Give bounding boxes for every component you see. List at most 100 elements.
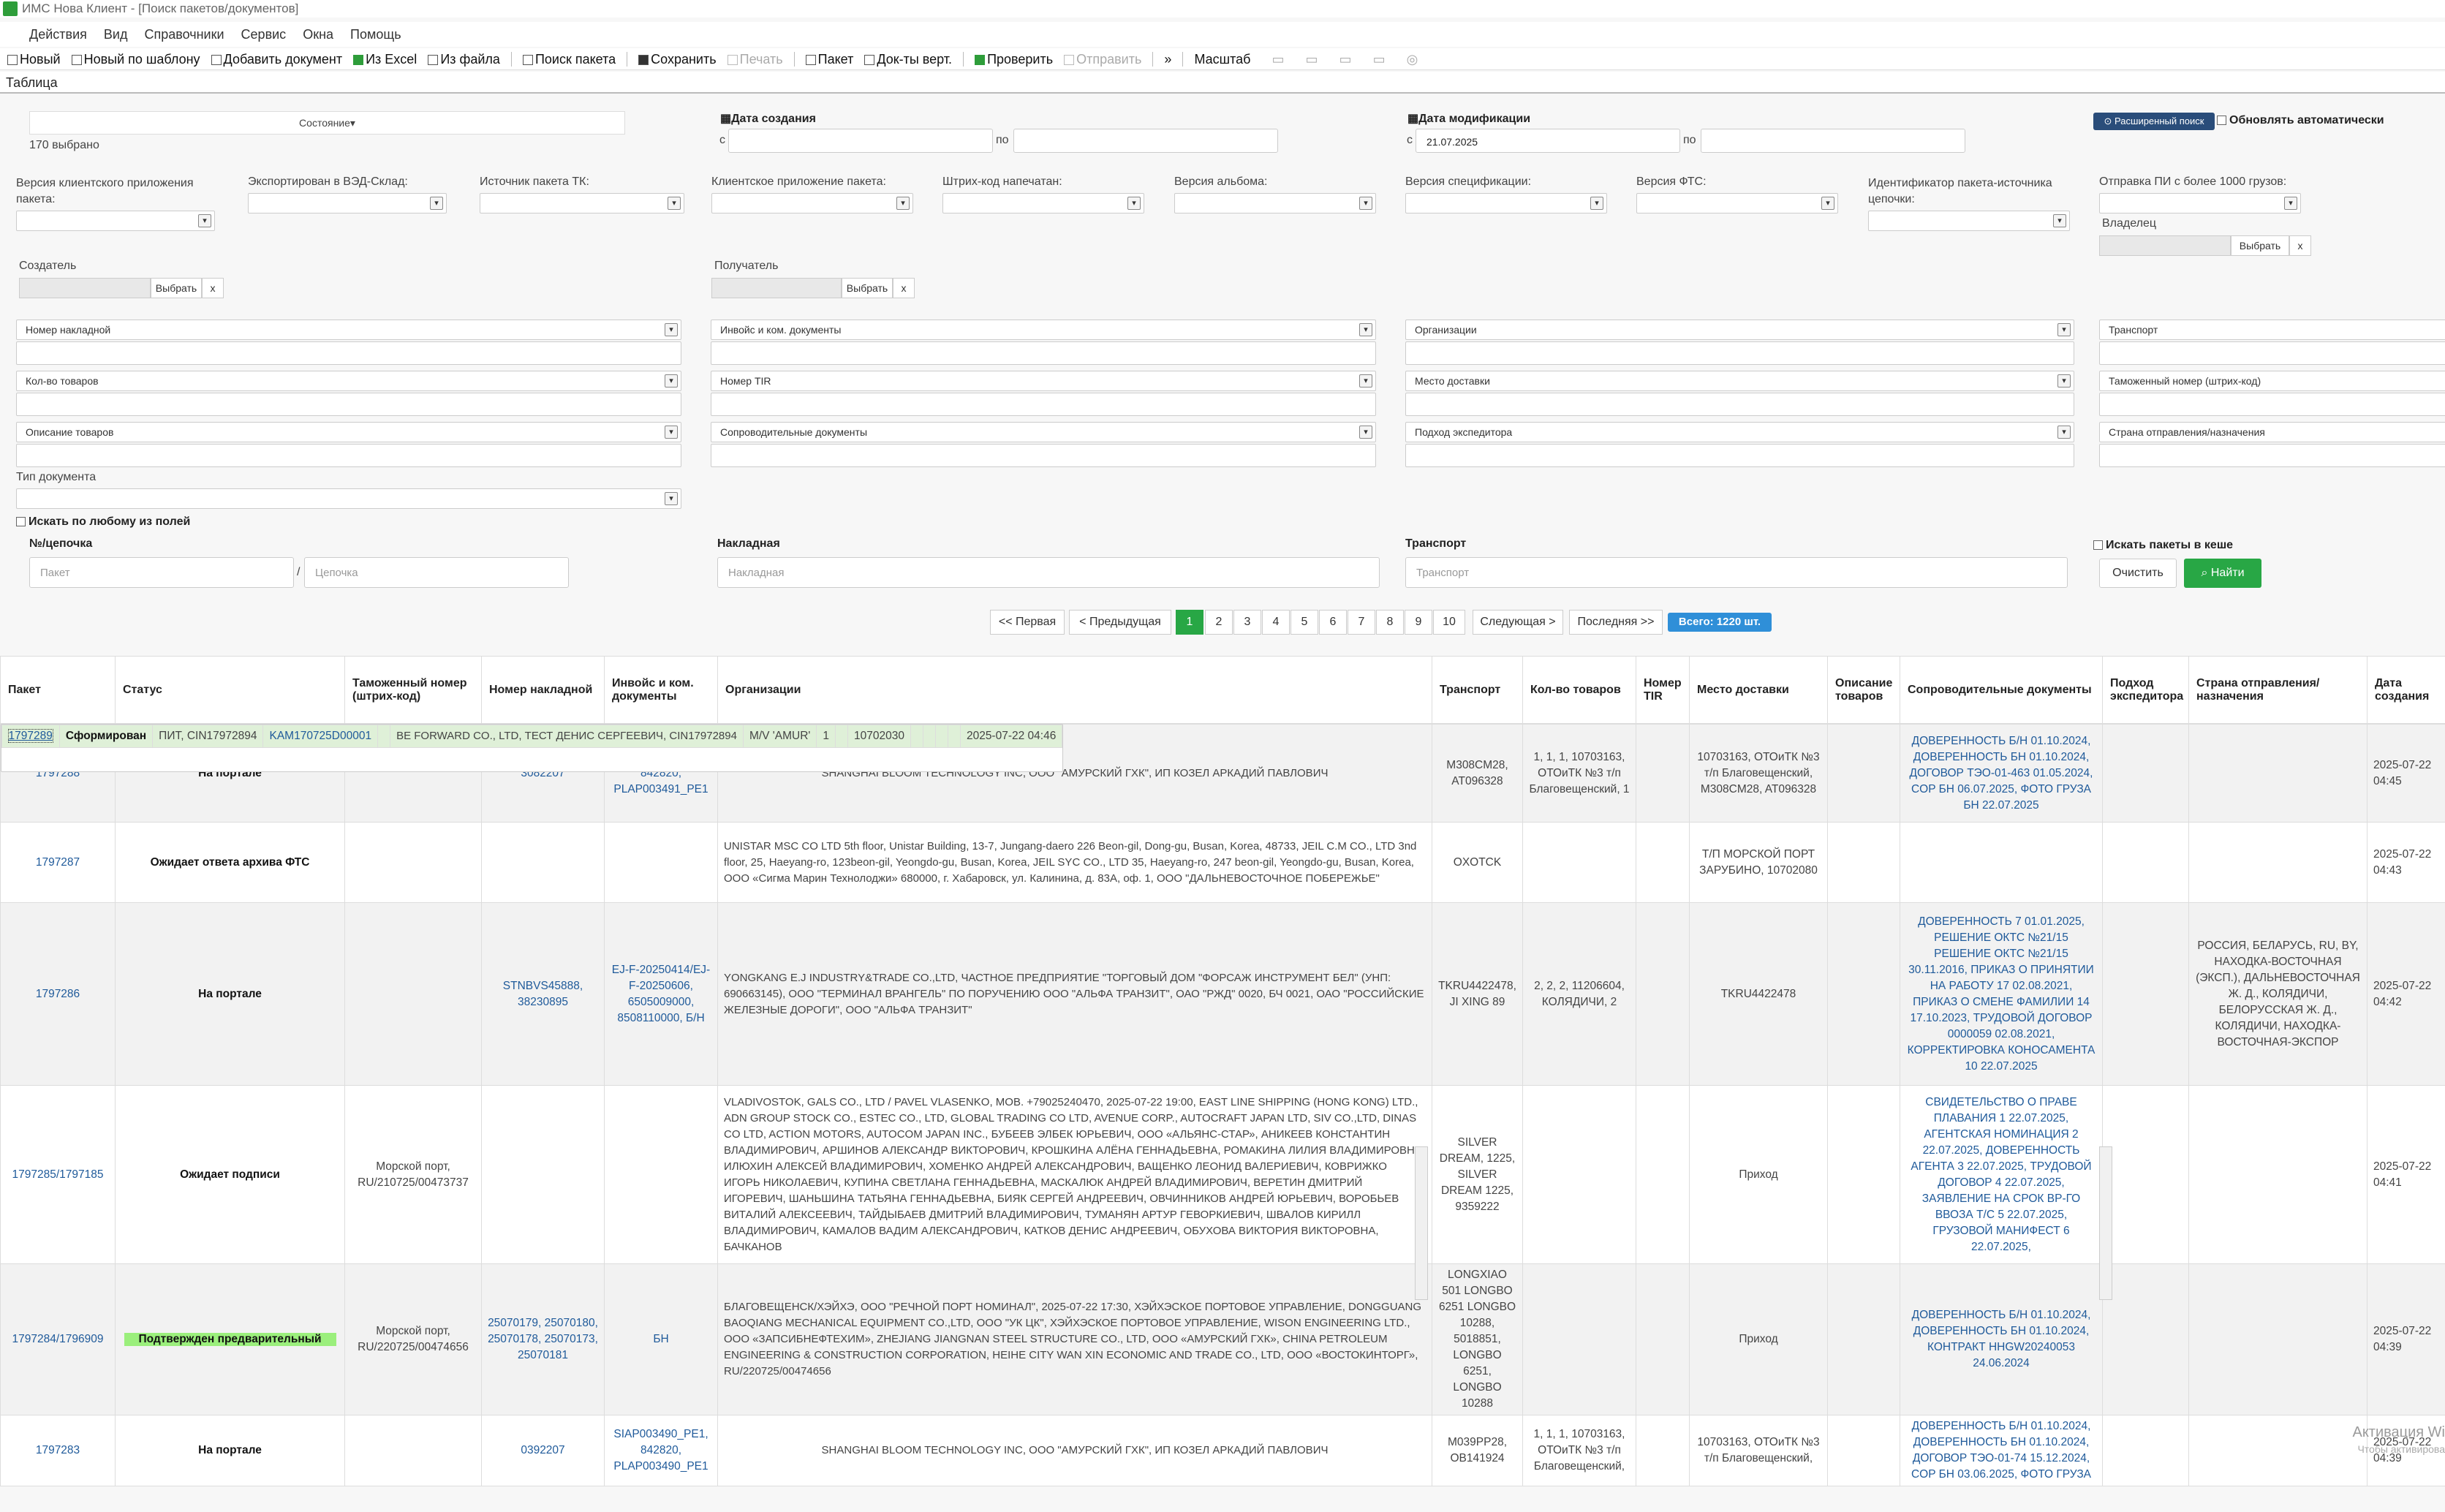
date-modified-to-input[interactable] — [1701, 129, 1965, 153]
pager-next[interactable]: Следующая > — [1473, 610, 1563, 635]
add-document-button[interactable]: Добавить документ — [211, 48, 342, 70]
column-header[interactable]: Организации — [717, 656, 1432, 724]
pager-prev[interactable]: < Предыдущая — [1069, 610, 1171, 635]
date-created-to-input[interactable] — [1013, 129, 1278, 153]
tir-field-select[interactable]: Номер TIR ▾ — [711, 371, 1376, 391]
zoom-icon[interactable]: ▭ — [1373, 48, 1386, 70]
album-select[interactable]: ▾ — [1174, 193, 1376, 213]
delivery-field-input[interactable] — [1405, 393, 2074, 416]
search-packet-button[interactable]: Поиск пакета — [522, 48, 616, 70]
orgs-field-select[interactable]: Организации ▾ — [1405, 320, 2074, 340]
menu-actions[interactable]: Действия — [29, 27, 87, 42]
pager-page[interactable]: 5 — [1290, 610, 1318, 635]
zoom-icon[interactable]: ◎ — [1407, 48, 1418, 70]
country-field-select[interactable]: Страна отправления/назначения — [2099, 422, 2445, 442]
print-button[interactable]: Печать — [727, 48, 783, 70]
receiver-clear-button[interactable]: x — [893, 278, 915, 298]
packet-input[interactable]: Пакет — [29, 557, 294, 588]
column-header[interactable]: Таможенный номер (штрих-код) — [344, 656, 482, 724]
packet-cell[interactable]: 1797289 — [1, 725, 60, 748]
table-row[interactable]: 1797289 Сформирован ПИТ, CIN17972894 KAM170… — [0, 724, 1064, 772]
customs-no-field-select[interactable]: Таможенный номер (штрих-код) — [2099, 371, 2445, 391]
fts-select[interactable]: ▾ — [1636, 193, 1838, 213]
state-dropdown[interactable]: Состояние▾ — [29, 111, 625, 135]
pager-page[interactable]: 8 — [1376, 610, 1404, 635]
menu-service[interactable]: Сервис — [241, 27, 287, 42]
from-excel-button[interactable]: Из Excel — [353, 48, 417, 70]
pager-first[interactable]: << Первая — [990, 610, 1065, 635]
clear-button[interactable]: Очистить — [2099, 559, 2177, 588]
source-select[interactable]: ▾ — [480, 193, 684, 213]
invoice-field-input[interactable] — [711, 341, 1376, 365]
menu-view[interactable]: Вид — [104, 27, 128, 42]
spec-select[interactable]: ▾ — [1405, 193, 1607, 213]
column-header[interactable]: Пакет — [0, 656, 116, 724]
column-header[interactable]: Транспорт — [1432, 656, 1523, 724]
pager-page[interactable]: 7 — [1348, 610, 1375, 635]
owner-choose-button[interactable]: Выбрать — [2231, 235, 2289, 256]
table-row[interactable]: 1797287 Ожидает ответа архива ФТС UNISTAR … — [0, 822, 2445, 903]
creator-choose-button[interactable]: Выбрать — [151, 278, 202, 298]
owner-clear-button[interactable]: x — [2289, 235, 2311, 256]
waybill-input[interactable]: Накладная — [717, 557, 1380, 588]
creator-clear-button[interactable]: x — [202, 278, 224, 298]
column-header[interactable]: Статус — [115, 656, 345, 724]
invoice-field-select[interactable]: Инвойс и ком. документы ▾ — [711, 320, 1376, 340]
pager-page[interactable]: 1 — [1176, 610, 1203, 635]
pager-last[interactable]: Последняя >> — [1569, 610, 1663, 635]
packet-cell[interactable]: 1797284/1796909 — [0, 1263, 116, 1415]
column-header[interactable]: Номер накладной — [481, 656, 605, 724]
cache-checkbox[interactable]: Искать пакеты в кеше — [2093, 539, 2233, 552]
pi-select[interactable]: ▾ — [2099, 193, 2301, 213]
pager-page[interactable]: 2 — [1205, 610, 1233, 635]
forwarder-field-input[interactable] — [1405, 444, 2074, 467]
column-header[interactable]: Место доставки — [1689, 656, 1828, 724]
packet-cell[interactable]: 1797285/1797185 — [0, 1085, 116, 1264]
pager-page[interactable]: 3 — [1233, 610, 1261, 635]
zoom-icon[interactable]: ▭ — [1339, 48, 1352, 70]
packet-cell[interactable]: 1797286 — [0, 902, 116, 1086]
chain-input[interactable]: Цепочка — [304, 557, 569, 588]
receiver-choose-button[interactable]: Выбрать — [842, 278, 893, 298]
new-button[interactable]: Новый — [7, 48, 61, 70]
tab-table[interactable]: Таблица — [6, 75, 58, 90]
search-any-checkbox[interactable]: Искать по любому из полей — [16, 515, 190, 529]
column-header[interactable]: Кол-во товаров — [1522, 656, 1636, 724]
column-header[interactable]: Номер TIR — [1636, 656, 1690, 724]
send-button[interactable]: Отправить — [1064, 48, 1141, 70]
goods-desc-field-input[interactable] — [16, 444, 681, 467]
table-row[interactable]: 1797283 На портале 0392207 SIAP003490_PE1, … — [0, 1415, 2445, 1486]
more-button[interactable]: » — [1164, 48, 1171, 70]
save-button[interactable]: Сохранить — [638, 48, 717, 70]
packet-cell[interactable]: 1797283 — [0, 1415, 116, 1486]
chain-id-select[interactable]: ▾ — [1868, 211, 2070, 231]
auto-refresh-checkbox[interactable]: Обновлять автоматически — [2217, 114, 2384, 127]
docs-cell-scrollbar[interactable] — [2099, 1146, 2112, 1300]
table-row[interactable]: 1797285/1797185 Ожидает подписи Морской по… — [0, 1085, 2445, 1264]
date-modified-from-input[interactable]: 21.07.2025 — [1416, 129, 1680, 153]
client-app-select[interactable]: ▾ — [711, 193, 913, 213]
goods-count-field-select[interactable]: Кол-во товаров ▾ — [16, 371, 681, 391]
pager-page[interactable]: 4 — [1262, 610, 1290, 635]
waybill-field-select[interactable]: Номер накладной ▾ — [16, 320, 681, 340]
zoom-icon[interactable]: ▭ — [1271, 48, 1284, 70]
delivery-field-select[interactable]: Место доставки ▾ — [1405, 371, 2074, 391]
new-from-template-button[interactable]: Новый по шаблону — [71, 48, 200, 70]
column-header[interactable]: Страна отправления/назначения — [2188, 656, 2367, 724]
table-row[interactable]: 1797284/1796909 Подтвержден предварительн… — [0, 1263, 2445, 1415]
column-header[interactable]: Описание товаров — [1827, 656, 1900, 724]
column-header[interactable]: Дата создания — [2367, 656, 2445, 724]
menu-help[interactable]: Помощь — [350, 27, 401, 42]
menu-references[interactable]: Справочники — [144, 27, 224, 42]
zoom-icon[interactable]: ▭ — [1306, 48, 1318, 70]
packet-cell[interactable]: 1797287 — [0, 822, 116, 903]
transport-field-input[interactable] — [2099, 341, 2445, 365]
packet-link[interactable]: 1797289 — [7, 729, 53, 743]
check-button[interactable]: Проверить — [975, 48, 1053, 70]
column-header[interactable]: Сопроводительные документы — [1900, 656, 2103, 724]
pager-page[interactable]: 9 — [1405, 610, 1432, 635]
forwarder-field-select[interactable]: Подход экспедитора ▾ — [1405, 422, 2074, 442]
accomp-docs-field-input[interactable] — [711, 444, 1376, 467]
pager-page[interactable]: 10 — [1433, 610, 1465, 635]
doc-type-select[interactable]: ▾ — [16, 488, 681, 509]
